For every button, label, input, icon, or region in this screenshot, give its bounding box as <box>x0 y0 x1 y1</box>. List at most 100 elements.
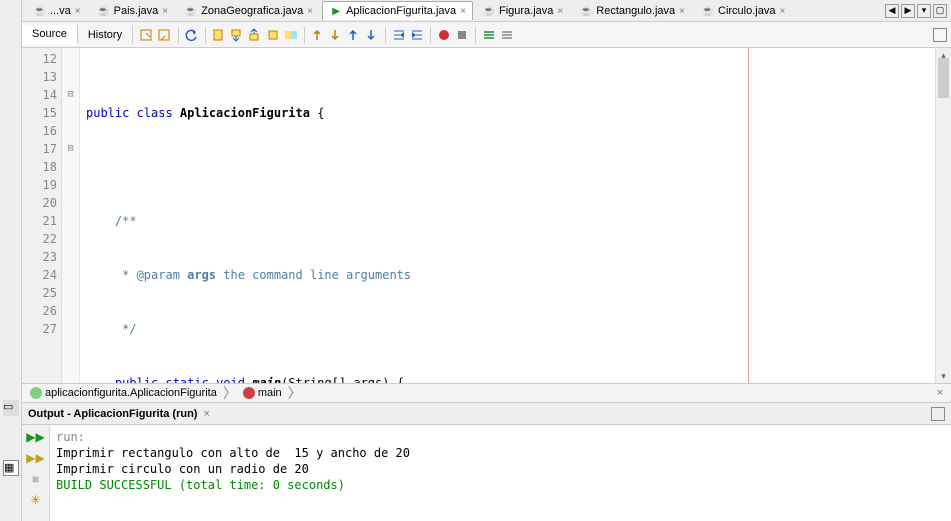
line-number: 16 <box>22 122 57 140</box>
scroll-down-icon[interactable]: ▾ <box>936 369 951 383</box>
output-close-icon[interactable]: × <box>203 408 209 420</box>
output-settings-icon[interactable]: ✳ <box>27 491 45 509</box>
tab-nav-next[interactable]: ▶ <box>901 4 915 18</box>
code-text: */ <box>86 322 137 336</box>
tab-nav-prev[interactable]: ◀ <box>885 4 899 18</box>
code-text: { <box>310 106 324 120</box>
tab-close-icon[interactable]: × <box>162 6 168 17</box>
line-number: 14 <box>22 86 57 104</box>
breadcrumb-close-icon[interactable]: × <box>933 387 947 399</box>
line-number: 21 <box>22 212 57 230</box>
tab-nav-list[interactable]: ▾ <box>917 4 931 18</box>
code-text: the command line arguments <box>216 268 411 282</box>
toolbar-shift-left[interactable] <box>391 27 407 43</box>
output-run-icon[interactable]: ▶▶ <box>27 449 45 467</box>
toolbar-icon-undo[interactable] <box>184 27 200 43</box>
line-number: 26 <box>22 302 57 320</box>
toolbar-next-bookmark[interactable] <box>328 27 344 43</box>
editor-tab[interactable]: ☕Circulo.java× <box>694 1 792 20</box>
breadcrumb-method[interactable]: main <box>239 387 286 399</box>
line-number: 17 <box>22 140 57 158</box>
toolbar-prev-error[interactable] <box>346 27 362 43</box>
left-sidebar: ▭ ▦ <box>0 0 22 521</box>
editor-tab[interactable]: ☕Figura.java× <box>475 1 570 20</box>
toolbar-highlight[interactable] <box>265 27 281 43</box>
fold-marker <box>62 176 79 194</box>
toolbar-next-error[interactable] <box>364 27 380 43</box>
toolbar-bookmark[interactable] <box>283 27 299 43</box>
tab-close-icon[interactable]: × <box>679 6 685 17</box>
code-editor[interactable]: 12131415161718192021222324252627 ⊟⊟ publ… <box>22 48 951 383</box>
fold-marker <box>62 302 79 320</box>
sidebar-icon-windows[interactable]: ▦ <box>3 460 19 476</box>
toolbar-find-next[interactable] <box>247 27 263 43</box>
fold-marker <box>62 158 79 176</box>
breadcrumb-class[interactable]: aplicacionfigurita.AplicacionFigurita <box>26 387 221 399</box>
toolbar-macro-stop[interactable] <box>454 27 470 43</box>
code-text <box>86 376 115 383</box>
tab-close-icon[interactable]: × <box>307 6 313 17</box>
line-number: 22 <box>22 230 57 248</box>
output-stop-icon[interactable]: ■ <box>27 470 45 488</box>
tab-maximize[interactable]: ▢ <box>933 4 947 18</box>
editor-tab[interactable]: ☕ZonaGeografica.java× <box>177 1 320 20</box>
editor-tab[interactable]: ☕...va× <box>26 1 88 20</box>
sidebar-icon-projects[interactable]: ▭ <box>3 400 19 416</box>
tab-label: Circulo.java <box>718 5 775 17</box>
fold-marker <box>62 320 79 338</box>
toolbar-icon-2[interactable] <box>157 27 173 43</box>
tab-close-icon[interactable]: × <box>75 6 81 17</box>
scroll-thumb[interactable] <box>938 58 949 98</box>
editor-maximize-icon[interactable] <box>933 28 947 42</box>
line-number: 25 <box>22 284 57 302</box>
tab-close-icon[interactable]: × <box>779 6 785 17</box>
output-maximize-icon[interactable] <box>931 407 945 421</box>
java-run-icon: ▶ <box>329 4 343 18</box>
fold-gutter[interactable]: ⊟⊟ <box>62 48 80 383</box>
breadcrumb-label: main <box>258 387 282 399</box>
output-header: Output - AplicacionFigurita (run) × <box>22 403 951 425</box>
line-number: 23 <box>22 248 57 266</box>
tab-close-icon[interactable]: × <box>557 6 563 17</box>
tab-label: Rectangulo.java <box>596 5 675 17</box>
output-text[interactable]: run:Imprimir rectangulo con alto de 15 y… <box>50 425 951 521</box>
margin-guide <box>748 48 749 383</box>
editor-tab[interactable]: ☕Pais.java× <box>90 1 175 20</box>
fold-marker <box>62 194 79 212</box>
tab-label: ZonaGeografica.java <box>201 5 303 17</box>
code-text: * @param <box>86 268 187 282</box>
method-icon <box>243 387 255 399</box>
fold-marker <box>62 122 79 140</box>
fold-marker <box>62 248 79 266</box>
fold-marker <box>62 212 79 230</box>
fold-marker[interactable]: ⊟ <box>62 86 79 104</box>
code-text: args <box>187 268 216 282</box>
editor-tab[interactable]: ▶AplicacionFigurita.java× <box>322 1 473 20</box>
output-panel: ▶▶ ▶▶ ■ ✳ run:Imprimir rectangulo con al… <box>22 425 951 521</box>
view-tab-history[interactable]: History <box>78 26 133 44</box>
line-number: 19 <box>22 176 57 194</box>
line-number: 18 <box>22 158 57 176</box>
toolbar-comment[interactable] <box>481 27 497 43</box>
chevron-right-icon: 〉 <box>288 383 302 403</box>
toolbar-shift-right[interactable] <box>409 27 425 43</box>
fold-marker <box>62 230 79 248</box>
toolbar-prev-bookmark[interactable] <box>310 27 326 43</box>
tab-close-icon[interactable]: × <box>460 6 466 17</box>
fold-marker[interactable]: ⊟ <box>62 140 79 158</box>
toolbar-macro-record[interactable] <box>436 27 452 43</box>
code-area[interactable]: public class AplicacionFigurita { /** * … <box>80 48 935 383</box>
vertical-scrollbar[interactable]: ▴ ▾ <box>935 48 951 383</box>
output-toolbar: ▶▶ ▶▶ ■ ✳ <box>22 425 50 521</box>
toolbar-find-select[interactable] <box>211 27 227 43</box>
fold-marker <box>62 68 79 86</box>
output-rerun-icon[interactable]: ▶▶ <box>27 428 45 446</box>
toolbar-icon-1[interactable] <box>139 27 155 43</box>
toolbar-find-prev[interactable] <box>229 27 245 43</box>
chevron-right-icon: 〉 <box>223 383 237 403</box>
view-tab-source[interactable]: Source <box>22 25 78 45</box>
line-number: 12 <box>22 50 57 68</box>
editor-tab[interactable]: ☕Rectangulo.java× <box>572 1 692 20</box>
output-line: Imprimir rectangulo con alto de 15 y anc… <box>56 445 945 461</box>
toolbar-uncomment[interactable] <box>499 27 515 43</box>
